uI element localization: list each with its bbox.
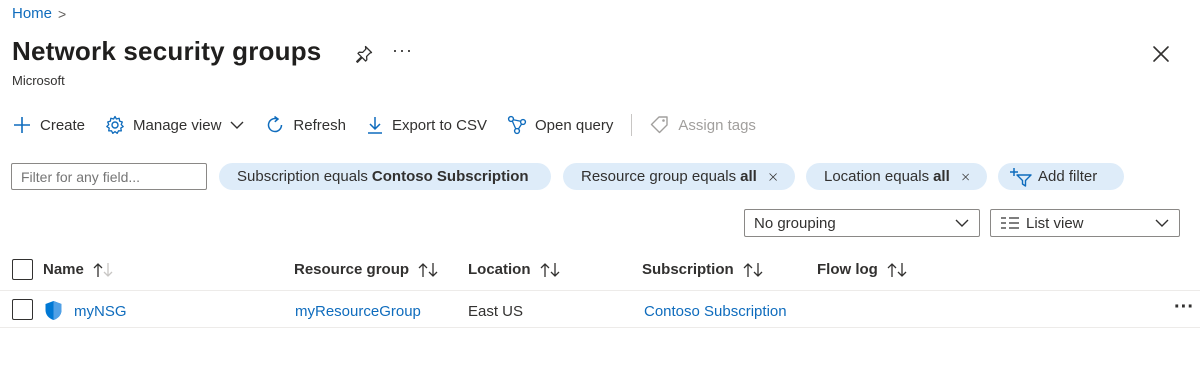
open-query-button[interactable]: Open query xyxy=(507,115,613,135)
open-query-label: Open query xyxy=(535,116,614,134)
download-icon xyxy=(367,117,382,134)
resource-group-filter-value: all xyxy=(740,168,757,185)
location-filter-prefix: Location equals xyxy=(824,168,930,185)
command-bar: Create Manage view Refresh Export to CSV… xyxy=(12,112,776,138)
location-filter-value: all xyxy=(933,168,950,185)
row-name-link[interactable]: myNSG xyxy=(74,303,127,320)
export-csv-button[interactable]: Export to CSV xyxy=(366,115,487,135)
close-icon[interactable] xyxy=(1150,43,1172,65)
toolbar-divider xyxy=(631,114,633,136)
sort-icon xyxy=(418,262,438,277)
manage-view-label: Manage view xyxy=(133,116,222,134)
resource-group-filter-prefix: Resource group equals xyxy=(581,168,737,185)
breadcrumb-home-link[interactable]: Home xyxy=(12,5,52,22)
gear-icon xyxy=(106,115,124,134)
more-options-icon[interactable]: ··· xyxy=(392,40,413,61)
column-header-subscription[interactable]: Subscription xyxy=(642,261,764,278)
plus-icon xyxy=(14,117,30,133)
refresh-label: Refresh xyxy=(293,116,346,134)
row-resource-group-link[interactable]: myResourceGroup xyxy=(295,303,421,320)
column-header-name[interactable]: Name xyxy=(43,261,114,278)
view-mode-dropdown[interactable]: List view xyxy=(990,209,1180,237)
chevron-down-icon xyxy=(1155,219,1169,227)
subscription-filter-pill[interactable]: Subscription equals Contoso Subscription xyxy=(219,163,551,190)
select-all-checkbox[interactable] xyxy=(12,259,33,280)
row-subscription-link[interactable]: Contoso Subscription xyxy=(644,303,787,320)
query-icon xyxy=(507,115,527,135)
export-csv-label: Export to CSV xyxy=(391,116,487,134)
row-divider xyxy=(0,327,1200,328)
refresh-icon xyxy=(268,115,283,133)
remove-filter-icon[interactable] xyxy=(769,170,777,184)
row-more-icon[interactable]: ··· xyxy=(1174,296,1194,319)
column-header-flow-log[interactable]: Flow log xyxy=(817,261,908,278)
view-mode-value: List view xyxy=(1026,214,1084,232)
page-title: Network security groups xyxy=(12,36,322,66)
filter-input[interactable] xyxy=(11,163,207,190)
grouping-value: No grouping xyxy=(754,214,836,232)
column-header-resource-group[interactable]: Resource group xyxy=(294,261,439,278)
grouping-dropdown[interactable]: No grouping xyxy=(744,209,980,237)
location-filter-pill[interactable]: Location equals all xyxy=(806,163,987,190)
assign-tags-button[interactable]: Assign tags xyxy=(650,115,756,135)
add-filter-icon xyxy=(1010,167,1032,187)
network-security-group-icon xyxy=(45,301,62,320)
subscription-filter-prefix: Subscription equals xyxy=(237,168,368,185)
column-header-location[interactable]: Location xyxy=(468,261,561,278)
add-filter-label: Add filter xyxy=(1038,168,1098,185)
chevron-down-icon xyxy=(230,121,244,129)
create-label: Create xyxy=(40,116,86,134)
column-header-label: Location xyxy=(468,261,531,278)
sort-icon xyxy=(743,262,763,277)
page-subtitle: Microsoft xyxy=(12,73,65,88)
manage-view-button[interactable]: Manage view xyxy=(105,115,245,135)
row-checkbox[interactable] xyxy=(12,299,33,320)
resource-group-filter-pill[interactable]: Resource group equals all xyxy=(563,163,795,190)
tag-icon xyxy=(651,116,669,134)
row-location: East US xyxy=(468,303,524,320)
sort-icon xyxy=(540,262,559,277)
assign-tags-label: Assign tags xyxy=(678,116,756,134)
breadcrumb-separator: > xyxy=(58,5,67,22)
column-header-label: Subscription xyxy=(642,261,734,278)
column-header-label: Name xyxy=(43,261,84,278)
create-button[interactable]: Create xyxy=(12,115,85,135)
remove-filter-icon[interactable] xyxy=(962,170,969,184)
column-header-label: Resource group xyxy=(294,261,410,278)
refresh-button[interactable]: Refresh xyxy=(265,115,346,135)
list-view-icon xyxy=(1001,217,1019,229)
header-divider xyxy=(0,290,1200,291)
sort-icon xyxy=(887,262,907,277)
chevron-down-icon xyxy=(955,219,969,227)
subscription-filter-value: Contoso Subscription xyxy=(371,168,529,185)
pin-icon[interactable] xyxy=(354,44,374,64)
add-filter-button[interactable]: Add filter xyxy=(998,163,1124,190)
breadcrumb: Home > xyxy=(12,5,66,22)
column-header-label: Flow log xyxy=(817,261,878,278)
sort-icon xyxy=(93,262,113,277)
